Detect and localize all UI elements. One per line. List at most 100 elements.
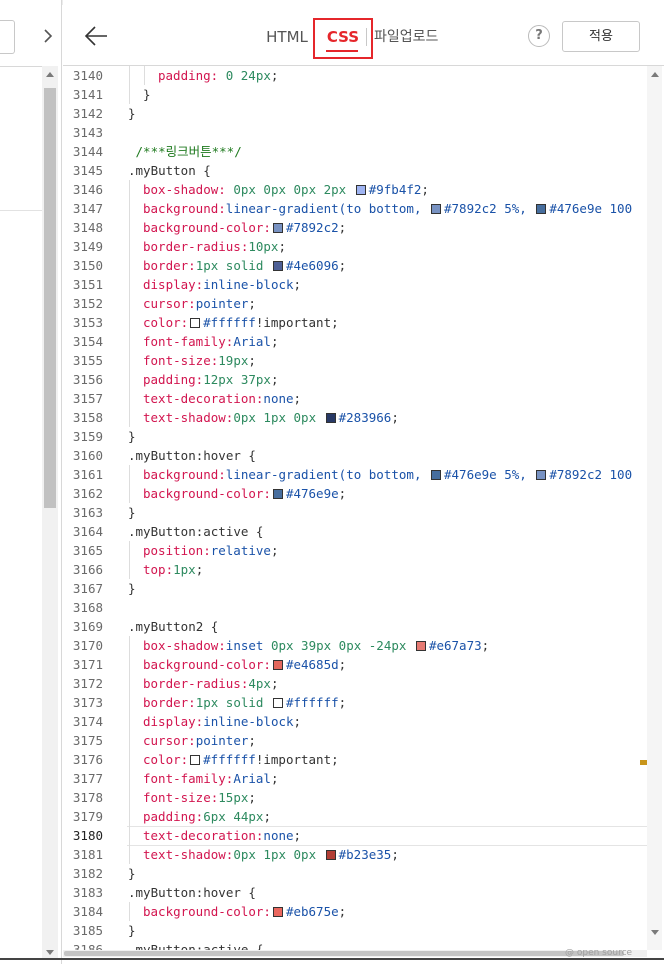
code-line[interactable]: 3147 background:linear-gradient(to bottom… — [63, 199, 647, 218]
code-text[interactable]: cursor:pointer; — [143, 294, 256, 313]
code-line[interactable]: 3176 color: #ffffff!important; — [63, 750, 647, 769]
code-text[interactable]: border:1px solid #4e6096; — [143, 256, 346, 275]
code-line[interactable]: 3154 font-family:Arial; — [63, 332, 647, 351]
color-swatch[interactable] — [190, 755, 201, 765]
scroll-up-icon[interactable] — [651, 72, 659, 77]
code-line[interactable]: 3168 — [63, 598, 647, 617]
code-text[interactable]: /***링크버튼***/ — [128, 142, 242, 161]
color-swatch[interactable] — [536, 470, 547, 480]
code-line[interactable]: 3145 .myButton { — [63, 161, 647, 180]
code-line[interactable]: 3159} — [63, 427, 647, 446]
code-line[interactable]: 3155 font-size:19px; — [63, 351, 647, 370]
code-line[interactable]: 3163} — [63, 503, 647, 522]
code-line[interactable]: 3185} — [63, 921, 647, 940]
horizontal-scrollbar-thumb[interactable] — [64, 951, 624, 956]
code-text[interactable]: border-radius:10px; — [143, 237, 286, 256]
tab-html[interactable]: HTML — [262, 26, 312, 48]
code-line[interactable]: 3161 background:linear-gradient(to bottom… — [63, 465, 647, 484]
code-text[interactable]: color: #ffffff!important; — [143, 750, 339, 769]
code-text[interactable]: .myButton:hover { — [128, 883, 256, 902]
code-text[interactable]: font-family:Arial; — [143, 332, 278, 351]
code-line[interactable]: 3180 text-decoration:none; — [63, 826, 647, 846]
code-line[interactable]: 3149 border-radius:10px; — [63, 237, 647, 256]
code-text[interactable]: } — [128, 104, 136, 123]
scroll-down-icon[interactable] — [46, 950, 54, 955]
code-text[interactable]: border:1px solid #ffffff; — [143, 693, 346, 712]
code-line[interactable]: 3172 border-radius:4px; — [63, 674, 647, 693]
code-line[interactable]: 3150 border:1px solid #4e6096; — [63, 256, 647, 275]
color-swatch[interactable] — [355, 185, 366, 195]
left-scrollbar-thumb[interactable] — [44, 88, 56, 508]
code-line[interactable]: 3183 .myButton:hover { — [63, 883, 647, 902]
code-text[interactable]: } — [143, 85, 151, 104]
code-text[interactable]: box-shadow:inset 0px 39px 0px -24px #e67… — [143, 636, 489, 655]
tab-css[interactable]: CSS — [316, 26, 370, 48]
code-line[interactable]: 3186 .myButton:active { — [63, 940, 647, 950]
code-text[interactable]: position:relative; — [143, 541, 278, 560]
code-text[interactable]: .myButton2 { — [128, 617, 218, 636]
code-text[interactable]: cursor:pointer; — [143, 731, 256, 750]
code-line[interactable]: 3177 font-family:Arial; — [63, 769, 647, 788]
color-swatch[interactable] — [415, 641, 426, 651]
scroll-down-icon[interactable] — [651, 930, 659, 935]
code-text[interactable]: } — [128, 427, 136, 446]
left-panel-input[interactable] — [0, 20, 15, 54]
code-line[interactable]: 3175 cursor:pointer; — [63, 731, 647, 750]
code-line[interactable]: 3173 border:1px solid #ffffff; — [63, 693, 647, 712]
color-swatch[interactable] — [272, 660, 283, 670]
code-text[interactable]: .myButton:active { — [128, 522, 263, 541]
back-button[interactable] — [82, 22, 112, 50]
code-line[interactable]: 3143 — [63, 123, 647, 142]
code-text[interactable]: .myButton { — [128, 161, 211, 180]
code-line[interactable]: 3156 padding:12px 37px; — [63, 370, 647, 389]
color-swatch[interactable] — [190, 318, 201, 328]
color-swatch[interactable] — [272, 698, 283, 708]
code-text[interactable]: } — [128, 864, 136, 883]
code-text[interactable]: box-shadow: 0px 0px 0px 2px #9fb4f2; — [143, 180, 429, 199]
color-swatch[interactable] — [325, 413, 336, 423]
code-line[interactable]: 3184 background-color: #eb675e; — [63, 902, 647, 921]
code-line[interactable]: 3166 top:1px; — [63, 560, 647, 579]
code-text[interactable]: padding: 0 24px; — [158, 66, 278, 85]
code-text[interactable]: text-decoration:none; — [143, 389, 301, 408]
color-swatch[interactable] — [431, 204, 441, 214]
code-line[interactable]: 3141} — [63, 85, 647, 104]
tab-file-upload[interactable]: 파일업로드 — [374, 26, 446, 48]
code-line[interactable]: 3169 .myButton2 { — [63, 617, 647, 636]
color-swatch[interactable] — [536, 204, 547, 214]
code-text[interactable]: padding:6px 44px; — [143, 807, 271, 826]
code-text[interactable]: background-color: #e4685d; — [143, 655, 346, 674]
code-line[interactable]: 3171 background-color: #e4685d; — [63, 655, 647, 674]
code-text[interactable]: top:1px; — [143, 560, 203, 579]
code-text[interactable]: text-shadow:0px 1px 0px #b23e35; — [143, 845, 399, 864]
code-text[interactable]: background-color: #7892c2; — [143, 218, 346, 237]
code-text[interactable]: font-family:Arial; — [143, 769, 278, 788]
code-text[interactable]: border-radius:4px; — [143, 674, 278, 693]
scroll-up-icon[interactable] — [46, 72, 54, 77]
code-text[interactable]: .myButton:active { — [128, 940, 263, 950]
css-code-editor[interactable]: 3140 padding: 0 24px; 3141} 3142} 3143 3144 /… — [63, 66, 647, 950]
code-text[interactable]: text-shadow:0px 1px 0px #283966; — [143, 408, 399, 427]
color-swatch[interactable] — [325, 850, 336, 860]
code-text[interactable]: background-color: #476e9e; — [143, 484, 346, 503]
code-line[interactable]: 3181 text-shadow:0px 1px 0px #b23e35; — [63, 845, 647, 864]
code-line[interactable]: 3178 font-size:15px; — [63, 788, 647, 807]
code-text[interactable]: text-decoration:none; — [143, 826, 301, 845]
code-line[interactable]: 3157 text-decoration:none; — [63, 389, 647, 408]
collapse-panel-button[interactable] — [36, 22, 60, 50]
editor-scrollbar[interactable] — [647, 66, 662, 950]
code-text[interactable]: font-size:15px; — [143, 788, 256, 807]
code-text[interactable]: } — [128, 503, 136, 522]
code-line[interactable]: 3160 .myButton:hover { — [63, 446, 647, 465]
code-text[interactable]: .myButton:hover { — [128, 446, 256, 465]
code-line[interactable]: 3179 padding:6px 44px; — [63, 807, 647, 826]
color-swatch[interactable] — [272, 223, 283, 233]
code-text[interactable]: display:inline-block; — [143, 275, 301, 294]
code-text[interactable]: color: #ffffff!important; — [143, 313, 339, 332]
code-line[interactable]: 3164 .myButton:active { — [63, 522, 647, 541]
code-text[interactable]: background:linear-gradient(to bottom, #4… — [143, 465, 632, 484]
code-text[interactable]: background-color: #eb675e; — [143, 902, 346, 921]
help-button[interactable]: ? — [528, 25, 550, 47]
code-line[interactable]: 3170 box-shadow:inset 0px 39px 0px -24px … — [63, 636, 647, 655]
code-text[interactable]: } — [128, 579, 136, 598]
